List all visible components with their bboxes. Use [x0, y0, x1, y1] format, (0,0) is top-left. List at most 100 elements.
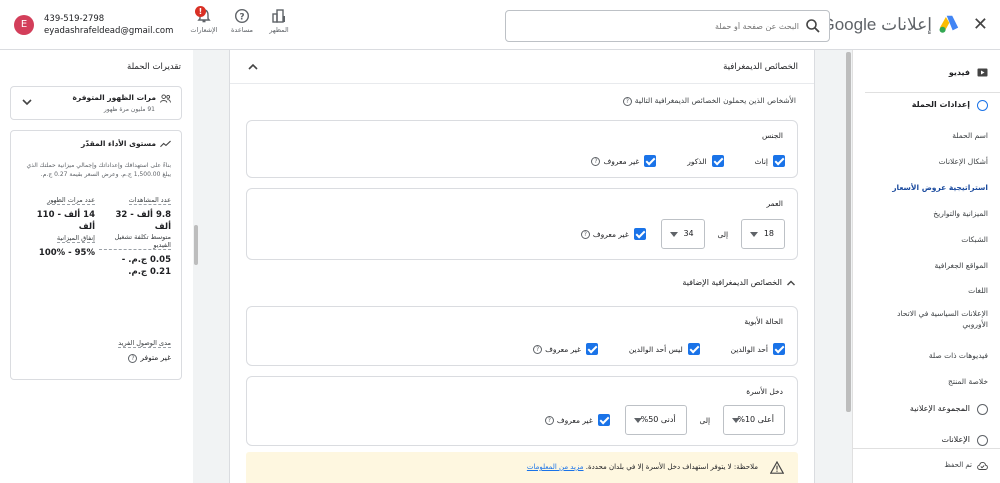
- metric-impressions: عدد مرات الظهور 14 ألف - 110 ألف: [23, 195, 95, 233]
- save-status-text: تم الحفظ: [944, 461, 972, 469]
- help-icon[interactable]: ?: [622, 96, 632, 106]
- nav-sub-ad-formats[interactable]: أشكال الإعلانات: [863, 156, 988, 167]
- metric-label[interactable]: عدد المشاهدات: [128, 196, 171, 205]
- nav-video[interactable]: فيديو: [858, 66, 988, 82]
- income-from-select[interactable]: أعلى 10%: [723, 405, 785, 435]
- nav-campaign-settings[interactable]: إعدادات الحملة: [854, 98, 988, 114]
- unique-reach-value: غير متوفر?: [125, 353, 171, 363]
- trend-icon: [160, 140, 171, 148]
- checkbox-checked[interactable]: [585, 343, 598, 355]
- help-icon: ?: [234, 8, 250, 24]
- appearance-label: المظهر: [269, 26, 289, 34]
- search-icon: [806, 19, 820, 33]
- nav-campaign-settings-label: إعدادات الحملة: [911, 100, 970, 109]
- household-income-card: دخل الأسرة أعلى 10% إلى أدنى 50% غير معر…: [246, 376, 798, 446]
- help-icon[interactable]: ?: [544, 415, 554, 425]
- checkbox-checked[interactable]: [711, 155, 724, 167]
- metric-avg-cpv: متوسط تكلفة تشغيل الفيديو 0.05 ج.م. - 0.…: [99, 233, 171, 278]
- notice-message: ملاحظة: لا يتوفر استهداف دخل الأسرة إلا …: [585, 463, 758, 471]
- available-impressions-card[interactable]: مرات الظهور المتوفرة 91 مليون مرة ظهور: [10, 86, 182, 120]
- income-targeting-notice: ملاحظة: لا يتوفر استهداف دخل الأسرة إلا …: [246, 452, 798, 483]
- warning-icon: [770, 461, 784, 474]
- notification-badge: !: [195, 6, 206, 17]
- nav-ads[interactable]: الإعلانات: [854, 433, 988, 449]
- gender-card: الجنس إناث الذكور غير معروف?: [246, 120, 798, 178]
- metric-label[interactable]: عدد مرات الظهور: [47, 196, 95, 205]
- main-scrollbar[interactable]: [845, 50, 852, 483]
- learn-more-link[interactable]: مزيد من المعلومات: [527, 463, 584, 471]
- chevron-down-icon[interactable]: [21, 97, 33, 107]
- estimated-performance-card: مستوى الأداء المقدّر بناءً على استهدافك …: [10, 130, 182, 380]
- gender-female-checkbox[interactable]: إناث: [754, 155, 785, 167]
- help-label: مساعدة: [231, 26, 253, 34]
- demographics-panel-header[interactable]: الخصائص الديمغرافية: [230, 50, 814, 84]
- checkbox-checked[interactable]: [687, 343, 700, 355]
- svg-text:?: ?: [239, 13, 244, 23]
- nav-sub-languages[interactable]: اللغات: [863, 285, 988, 296]
- checkbox-checked[interactable]: [644, 155, 657, 167]
- help-icon[interactable]: ?: [591, 156, 601, 166]
- campaign-estimates-panel: تقديرات الحملة مرات الظهور المتوفرة 91 م…: [0, 50, 193, 483]
- checkbox-checked[interactable]: [633, 228, 646, 240]
- age-to-select[interactable]: 34: [660, 219, 705, 249]
- nav-sub-locations[interactable]: المواقع الجغرافية: [863, 260, 988, 271]
- help-icon[interactable]: ?: [580, 229, 590, 239]
- checkbox-checked[interactable]: [773, 343, 785, 355]
- age-from-select[interactable]: 18: [741, 219, 785, 249]
- help-icon[interactable]: ?: [533, 344, 543, 354]
- gender-male-checkbox[interactable]: الذكور: [687, 155, 724, 167]
- parental-status-card: الحالة الأبوية أحد الوالدين ليس أحد الوا…: [246, 306, 798, 366]
- demographics-title: الخصائص الديمغرافية: [723, 62, 798, 72]
- unique-reach-label[interactable]: مدى الوصول الفريد: [118, 339, 171, 348]
- checkbox-label: غير معروف: [545, 344, 581, 354]
- checkbox-label: ليس أحد الوالدين: [628, 344, 683, 354]
- chevron-up-icon[interactable]: [246, 60, 260, 74]
- nav-sub-campaign-name[interactable]: اسم الحملة: [863, 130, 988, 141]
- save-status: تم الحفظ: [853, 448, 1000, 483]
- income-range: أعلى 10% إلى أدنى 50% غير معروف?: [542, 405, 785, 435]
- checkbox-checked[interactable]: [773, 155, 785, 167]
- income-to-label: إلى: [699, 415, 711, 425]
- additional-demographics-title: الخصائص الديمغرافية الإضافية: [682, 278, 782, 287]
- income-unknown-checkbox[interactable]: غير معروف?: [542, 414, 610, 426]
- dropdown-arrow-icon: [732, 418, 740, 423]
- nav-ad-group[interactable]: المجموعة الإعلانية: [854, 402, 988, 418]
- demographics-description-text: الأشخاص الذين يحملون الخصائص الديمغرافية…: [634, 96, 796, 105]
- help-button[interactable]: ? مساعدة: [224, 8, 260, 34]
- step-circle-icon: [977, 435, 988, 446]
- nav-sub-related-videos[interactable]: فيديوهات ذات صلة: [863, 350, 988, 361]
- income-to-value: أدنى 50%: [640, 415, 676, 424]
- parental-unknown-checkbox[interactable]: غير معروف?: [530, 343, 598, 355]
- nav-sub-eu-political-ads[interactable]: الإعلانات السياسية في الاتحاد الأوروبي: [878, 308, 988, 330]
- close-icon[interactable]: ✕: [973, 14, 988, 35]
- help-icon[interactable]: ?: [128, 353, 138, 363]
- step-circle-icon: [977, 100, 988, 111]
- parent-checkbox[interactable]: أحد الوالدين: [731, 343, 785, 355]
- checkbox-checked[interactable]: [597, 414, 610, 426]
- estimated-performance-heading: مستوى الأداء المقدّر: [81, 139, 171, 148]
- nav-sub-budget-dates[interactable]: الميزانية والتواريخ: [863, 208, 988, 219]
- checkbox-label: غير معروف: [592, 229, 629, 239]
- account-phone: 439-519-2798: [44, 14, 105, 24]
- additional-demographics-toggle[interactable]: الخصائص الديمغرافية الإضافية: [682, 278, 796, 287]
- metric-label[interactable]: متوسط تكلفة تشغيل الفيديو: [99, 233, 171, 250]
- nav-sub-networks[interactable]: الشبكات: [863, 234, 988, 245]
- age-range: 18 إلى 34 غير معروف?: [578, 219, 785, 249]
- notifications-label: الإشعارات: [190, 26, 218, 34]
- cloud-done-icon: [977, 461, 988, 470]
- not-parent-checkbox[interactable]: ليس أحد الوالدين: [629, 343, 700, 355]
- appearance-button[interactable]: المظهر: [261, 8, 297, 34]
- nav-sub-product-feed[interactable]: خلاصة المنتج: [863, 376, 988, 387]
- left-scrollbar-thumb[interactable]: [194, 225, 198, 265]
- age-unknown-checkbox[interactable]: غير معروف?: [578, 228, 646, 240]
- search-input[interactable]: [519, 17, 799, 35]
- nav-sub-bid-strategy[interactable]: استراتيجية عروض الأسعار: [863, 182, 988, 193]
- avatar[interactable]: E: [14, 15, 34, 35]
- metric-value: 0.05 ج.م. - 0.21 ج.م.: [121, 255, 171, 277]
- checkbox-label: غير معروف: [556, 415, 593, 425]
- gender-unknown-checkbox[interactable]: غير معروف?: [588, 155, 657, 167]
- main-scrollbar-thumb[interactable]: [846, 52, 851, 412]
- search-box[interactable]: [505, 10, 830, 42]
- income-to-select[interactable]: أدنى 50%: [624, 405, 687, 435]
- metric-label[interactable]: إنفاق الميزانية: [56, 234, 95, 243]
